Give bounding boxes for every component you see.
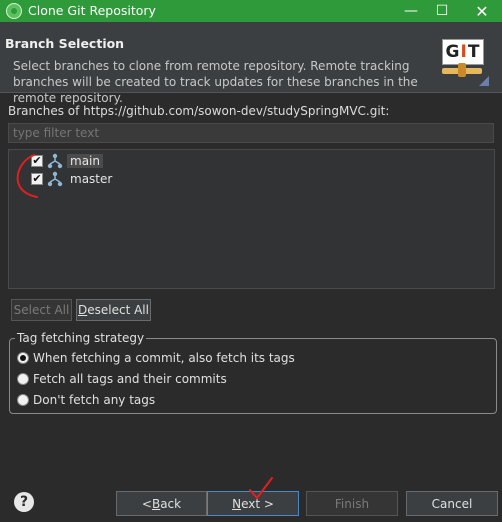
radio-fetch-all-tags[interactable]: Fetch all tags and their commits [17,372,227,386]
branch-list: ✔ main ✔ master [8,149,495,289]
branches-label: Branches of https://github.com/sowon-dev… [8,104,390,118]
select-all-button[interactable]: Select All [11,299,72,321]
radio-button[interactable] [17,352,29,364]
branch-item-main[interactable]: ✔ main [31,152,103,170]
wizard-header: Branch Selection Select branches to clon… [0,22,502,105]
radio-label: Don't fetch any tags [33,393,156,407]
branch-icon [47,153,63,169]
deselect-all-button[interactable]: Deselect All [76,299,151,321]
radio-fetch-commit-tags[interactable]: When fetching a commit, also fetch its t… [17,351,295,365]
radio-label: Fetch all tags and their commits [33,372,227,386]
title-bar: Clone Git Repository — ☐ ✕ [0,0,502,22]
branch-name: main [67,154,103,168]
close-button[interactable]: ✕ [465,0,499,22]
next-button[interactable]: Next > [207,491,299,516]
cancel-button[interactable]: Cancel [406,491,498,516]
page-description: Select branches to clone from remote rep… [13,59,418,105]
branch-item-master[interactable]: ✔ master [31,170,115,188]
maximize-button[interactable]: ☐ [425,0,459,22]
branch-filter-input[interactable] [8,123,494,143]
page-title: Branch Selection [5,36,125,51]
minimize-button[interactable]: — [394,0,428,22]
branch-icon [47,171,63,187]
radio-button[interactable] [17,373,29,385]
help-icon[interactable]: ? [14,492,34,512]
radio-no-tags[interactable]: Don't fetch any tags [17,393,155,407]
branch-checkbox-master[interactable]: ✔ [31,173,43,185]
branch-name: master [70,172,113,186]
window-title: Clone Git Repository [28,3,156,18]
finish-button[interactable]: Finish [306,491,398,516]
eclipse-app-icon [6,3,22,19]
radio-label: When fetching a commit, also fetch its t… [33,351,295,365]
back-button[interactable]: < Back [116,491,207,516]
tag-strategy-title: Tag fetching strategy [15,331,147,345]
radio-button[interactable] [17,394,29,406]
branch-checkbox-main[interactable]: ✔ [31,155,43,167]
git-logo-icon: GIT [439,38,489,86]
